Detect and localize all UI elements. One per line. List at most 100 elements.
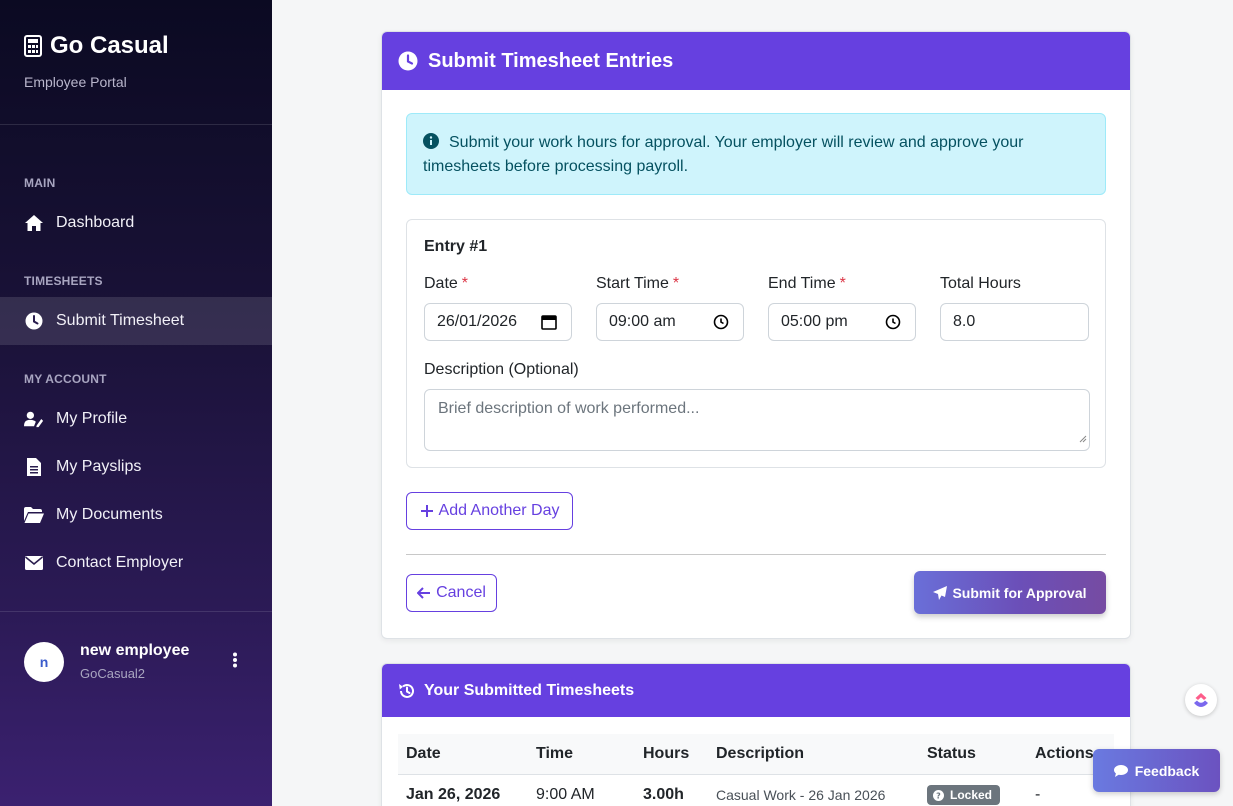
row-status: ? Locked xyxy=(919,774,1027,806)
row-time: 9:00 AM xyxy=(536,786,595,804)
sidebar-item-my-documents[interactable]: My Documents xyxy=(0,491,272,539)
user-company: GoCasual2 xyxy=(80,666,146,681)
section-main: MAIN xyxy=(24,176,56,190)
paper-plane-icon xyxy=(933,585,948,600)
submitted-timesheets-card: Your Submitted Timesheets Date Time Hour… xyxy=(381,663,1131,806)
start-time-label-text: Start Time xyxy=(596,275,669,292)
section-account: MY ACCOUNT xyxy=(24,372,107,386)
description-label: Description (Optional) xyxy=(424,361,579,378)
clock-icon xyxy=(398,51,418,71)
info-icon xyxy=(423,133,439,149)
card-title: Your Submitted Timesheets xyxy=(424,681,635,699)
history-icon xyxy=(399,683,414,698)
column-header[interactable]: Description xyxy=(708,734,919,775)
column-header[interactable]: Date xyxy=(398,734,528,775)
end-time-value: 05:00 pm xyxy=(781,313,848,330)
brand-title[interactable]: Go Casual xyxy=(24,32,248,60)
clock-icon[interactable] xyxy=(885,314,901,335)
sidebar-item-label: Submit Timesheet xyxy=(56,312,185,329)
submit-for-approval-button[interactable]: Submit for Approval xyxy=(914,571,1106,614)
envelope-icon xyxy=(24,553,44,573)
sidebar-item-contact-employer[interactable]: Contact Employer xyxy=(0,539,272,587)
brand: Go Casual Employee Portal xyxy=(0,0,272,125)
info-alert: Submit your work hours for approval. You… xyxy=(406,113,1106,195)
card-title: Submit Timesheet Entries xyxy=(428,49,674,72)
row-date: Jan 26, 2026 xyxy=(406,786,501,804)
user-box: n new employee GoCasual2 xyxy=(0,611,272,711)
column-header[interactable]: Hours xyxy=(635,734,708,775)
more-vertical-icon[interactable] xyxy=(232,652,238,673)
date-label-text: Date xyxy=(424,275,458,292)
column-header[interactable]: Status xyxy=(919,734,1027,775)
user-edit-icon xyxy=(24,409,44,429)
table-header-row: Date Time Hours Description Status Actio… xyxy=(398,734,1114,775)
end-time-label: End Time * xyxy=(768,275,846,293)
column-header[interactable]: Time xyxy=(528,734,635,775)
cancel-button[interactable]: Cancel xyxy=(406,574,497,612)
sidebar-item-my-payslips[interactable]: My Payslips xyxy=(0,443,272,491)
required-mark: * xyxy=(672,275,680,292)
total-hours-label: Total Hours xyxy=(940,275,1021,292)
description-placeholder: Brief description of work performed... xyxy=(438,400,700,417)
file-icon xyxy=(24,457,44,477)
user-name: new employee xyxy=(80,642,190,659)
status-badge: ? Locked xyxy=(927,785,1001,805)
sidebar-item-my-profile[interactable]: My Profile xyxy=(0,395,272,443)
sidebar: Go Casual Employee Portal MAIN Dashboard… xyxy=(0,0,272,806)
sidebar-item-label: My Profile xyxy=(56,410,128,427)
clock-icon xyxy=(24,311,44,331)
plus-icon xyxy=(420,505,433,517)
add-another-day-button[interactable]: Add Another Day xyxy=(406,492,573,530)
row-description: Casual Work - 26 Jan 2026 xyxy=(716,787,886,804)
section-timesheets: TIMESHEETS xyxy=(24,274,103,288)
timesheets-table: Date Time Hours Description Status Actio… xyxy=(398,734,1114,806)
start-time-input[interactable]: 09:00 am xyxy=(596,303,744,341)
brand-name: Go Casual xyxy=(50,32,169,59)
sidebar-item-label: Contact Employer xyxy=(56,554,184,571)
row-hours: 3.00h xyxy=(643,786,684,804)
clickup-icon xyxy=(1194,693,1208,707)
status-text: Locked xyxy=(950,788,993,802)
card-header: Submit Timesheet Entries xyxy=(382,32,1130,90)
start-time-value: 09:00 am xyxy=(609,313,676,330)
sidebar-item-submit-timesheet[interactable]: Submit Timesheet xyxy=(0,297,272,345)
card-header: Your Submitted Timesheets xyxy=(382,664,1130,717)
total-hours-input[interactable]: 8.0 xyxy=(940,303,1089,341)
start-time-label: Start Time * xyxy=(596,275,679,293)
question-circle-icon: ? xyxy=(933,789,944,801)
brand-subtitle: Employee Portal xyxy=(24,74,127,90)
divider xyxy=(406,554,1106,555)
required-mark: * xyxy=(461,275,469,292)
sidebar-item-dashboard[interactable]: Dashboard xyxy=(0,199,272,247)
date-value: 26/01/2026 xyxy=(437,313,518,330)
comment-icon xyxy=(1113,764,1128,777)
date-input[interactable]: 26/01/2026 xyxy=(424,303,572,341)
avatar[interactable]: n xyxy=(24,641,64,682)
timesheet-entry: Entry #1 Date * 26/01/2026 Start Time * 09… xyxy=(406,219,1106,468)
arrow-left-icon xyxy=(417,587,431,599)
end-time-label-text: End Time xyxy=(768,275,836,292)
alert-text: Submit your work hours for approval. You… xyxy=(423,134,1024,175)
sidebar-item-label: Dashboard xyxy=(56,214,135,231)
total-hours-value: 8.0 xyxy=(953,313,976,330)
calendar-icon[interactable] xyxy=(541,314,557,335)
required-mark: * xyxy=(839,275,846,292)
resize-grip-icon[interactable] xyxy=(1079,430,1087,448)
clock-icon[interactable] xyxy=(713,314,729,335)
submit-label: Submit for Approval xyxy=(952,584,1087,601)
folder-icon xyxy=(24,505,44,525)
table-row[interactable]: Jan 26, 2026 9:00 AM 3.00h Casual Work -… xyxy=(398,774,1114,806)
submit-timesheet-card: Submit Timesheet Entries Submit your wor… xyxy=(381,31,1131,639)
sidebar-item-label: My Documents xyxy=(56,506,163,523)
end-time-input[interactable]: 05:00 pm xyxy=(768,303,916,341)
svg-text:?: ? xyxy=(936,791,941,800)
cancel-label: Cancel xyxy=(436,584,486,601)
entry-title: Entry #1 xyxy=(424,238,488,255)
calculator-icon xyxy=(24,35,42,57)
date-label: Date * xyxy=(424,275,468,293)
feedback-label: Feedback xyxy=(1134,762,1200,779)
sidebar-item-label: My Payslips xyxy=(56,458,142,475)
feedback-button[interactable]: Feedback xyxy=(1093,749,1220,792)
description-textarea[interactable]: Brief description of work performed... xyxy=(424,389,1090,451)
clickup-widget[interactable] xyxy=(1185,684,1217,716)
